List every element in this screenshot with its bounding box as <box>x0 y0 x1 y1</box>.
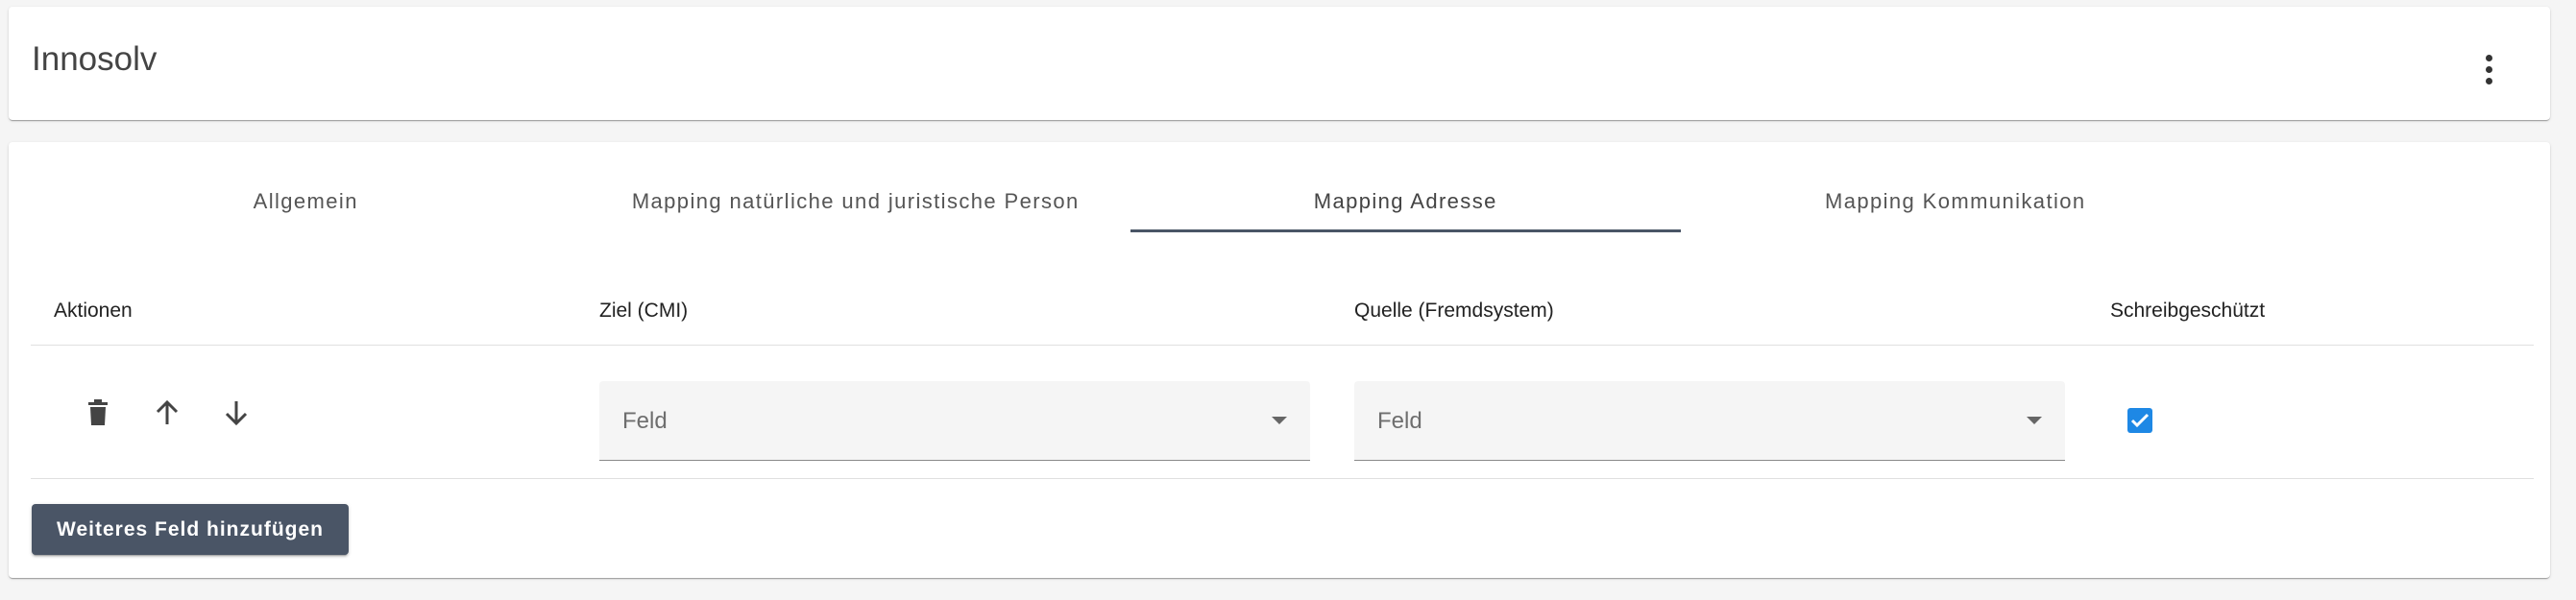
check-icon <box>2130 413 2150 428</box>
column-header-ziel: Ziel (CMI) <box>599 300 689 322</box>
mapping-card: Allgemein Mapping natürliche und juristi… <box>9 142 2550 578</box>
chevron-down-icon <box>2027 417 2042 424</box>
arrow-up-icon[interactable] <box>144 390 190 436</box>
tab-mapping-adresse[interactable]: Mapping Adresse <box>1130 171 1681 232</box>
menu-dot <box>2485 65 2492 73</box>
menu-dot <box>2485 77 2492 84</box>
menu-dot <box>2485 54 2492 61</box>
delete-icon[interactable] <box>75 390 121 436</box>
chevron-down-icon <box>1272 417 1287 424</box>
target-field-placeholder: Feld <box>622 408 668 434</box>
tab-mapping-kommunikation[interactable]: Mapping Kommunikation <box>1681 171 2231 232</box>
tab-bar: Allgemein Mapping natürliche und juristi… <box>31 171 2230 232</box>
table-header: Aktionen Ziel (CMI) Quelle (Fremdsystem)… <box>31 276 2534 346</box>
readonly-checkbox[interactable] <box>2127 408 2152 433</box>
arrow-down-icon[interactable] <box>213 390 259 436</box>
tab-mapping-person[interactable]: Mapping natürliche und juristische Perso… <box>581 171 1131 232</box>
page-title: Innosolv <box>32 40 158 78</box>
source-field-select[interactable]: Feld <box>1354 381 2065 461</box>
column-header-schreibgeschuetzt: Schreibgeschützt <box>2110 300 2266 322</box>
header-card: Innosolv <box>9 7 2550 120</box>
more-vert-icon[interactable] <box>2469 45 2508 93</box>
table-row: Feld Feld <box>31 347 2534 479</box>
tab-allgemein[interactable]: Allgemein <box>31 171 581 232</box>
add-field-button[interactable]: Weiteres Feld hinzufügen <box>32 504 349 555</box>
source-field-placeholder: Feld <box>1377 408 1422 434</box>
column-header-aktionen: Aktionen <box>54 300 133 322</box>
target-field-select[interactable]: Feld <box>599 381 1310 461</box>
column-header-quelle: Quelle (Fremdsystem) <box>1354 300 1554 322</box>
